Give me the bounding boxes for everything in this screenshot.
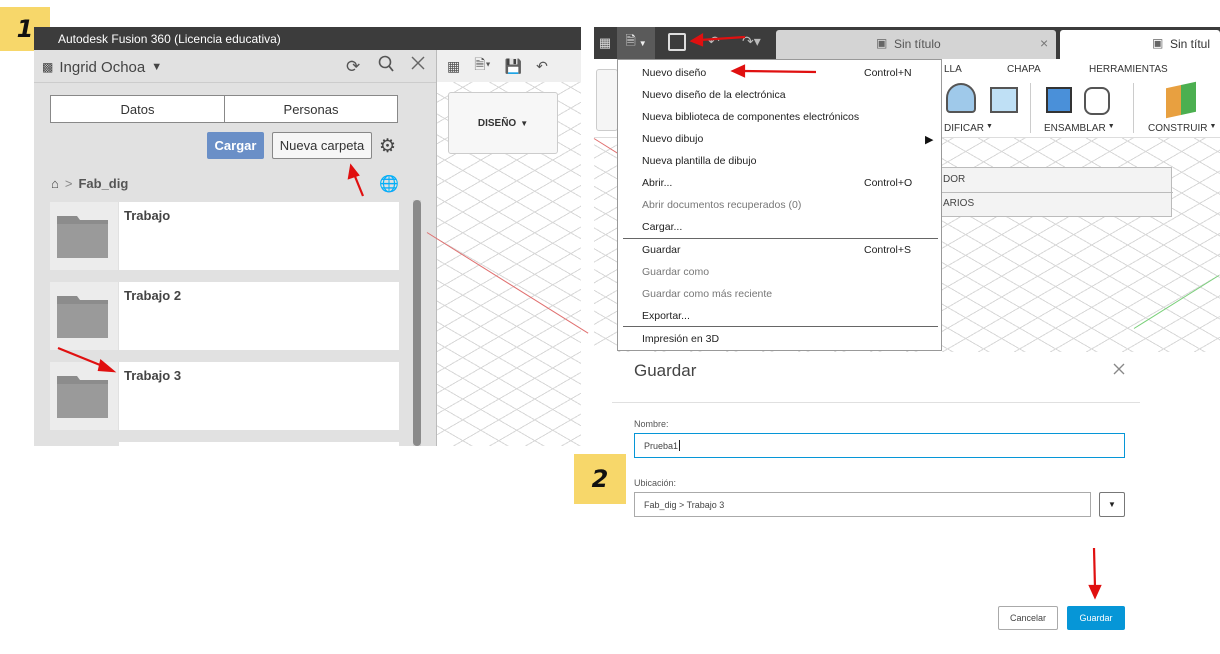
annotation-arrows-right — [689, 33, 1102, 600]
